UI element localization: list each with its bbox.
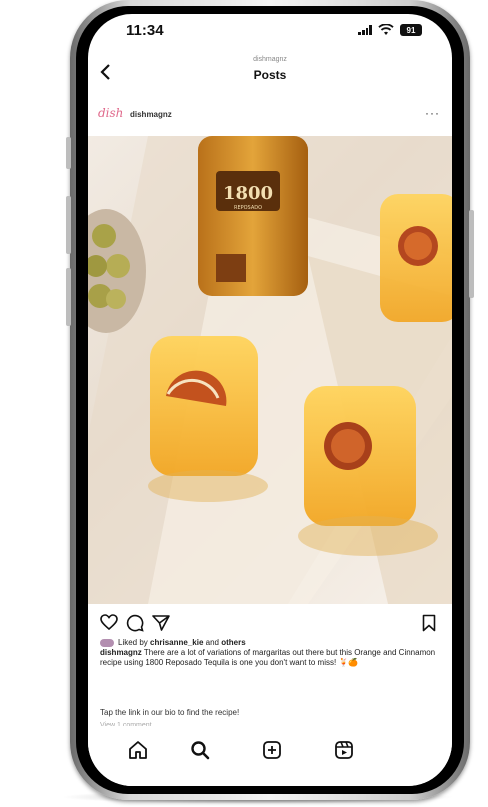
wifi-icon <box>378 24 394 35</box>
heart-icon[interactable] <box>100 614 118 630</box>
liked-user[interactable]: chrisanne_kie <box>150 638 203 647</box>
post-image[interactable]: 1800 REPOSADO <box>88 136 452 604</box>
post-username[interactable]: dishmagnz <box>130 110 172 119</box>
bio-line: Tap the link in our bio to find the reci… <box>100 708 240 717</box>
avatar[interactable]: dish <box>98 106 126 124</box>
liked-middle: and <box>203 638 222 647</box>
liked-others[interactable]: others <box>221 638 245 647</box>
home-icon[interactable] <box>128 740 148 760</box>
reels-icon[interactable] <box>334 740 354 760</box>
page-title: Posts <box>253 68 287 82</box>
comment-icon[interactable] <box>126 614 144 632</box>
caption-author[interactable]: dishmagnz <box>100 648 142 657</box>
bookmark-icon[interactable] <box>422 614 436 632</box>
liked-by-line[interactable]: Liked by chrisanne_kie and others <box>100 638 438 648</box>
status-time: 11:34 <box>126 22 164 39</box>
header-username: dishmagnz <box>253 56 287 63</box>
liked-prefix: Liked by <box>118 638 151 647</box>
battery-icon: 91 <box>400 24 422 36</box>
mute-switch <box>66 137 71 169</box>
status-bar: 11:34 91 <box>88 14 452 50</box>
status-icons: 91 <box>358 24 422 36</box>
margarita-photo: 1800 REPOSADO <box>88 136 452 604</box>
liked-by-text: Liked by chrisanne_kie and others <box>118 638 246 648</box>
volume-down-button <box>66 268 71 326</box>
bottle-label: 1800 <box>223 183 273 204</box>
search-icon[interactable] <box>190 740 210 760</box>
create-icon[interactable] <box>262 740 282 760</box>
send-icon[interactable] <box>152 614 170 632</box>
bottle-sublabel: REPOSADO <box>234 205 262 211</box>
tab-bar <box>88 726 452 786</box>
power-button <box>469 210 474 298</box>
more-icon[interactable]: ··· <box>425 106 440 120</box>
post-actions <box>88 610 452 638</box>
caption-text: There are a lot of variations of margari… <box>100 648 436 667</box>
post-header: dish dishmagnz ··· <box>88 102 452 130</box>
liked-avatars <box>100 639 114 647</box>
post-caption: Liked by chrisanne_kie and others dishma… <box>100 638 438 668</box>
signal-icon <box>358 25 372 35</box>
posts-header: dishmagnz Posts <box>88 52 452 94</box>
phone-screen: 11:34 91 dishmagnz Posts dish dishmagnz … <box>88 14 452 786</box>
caption-body: dishmagnz There are a lot of variations … <box>100 648 438 668</box>
volume-up-button <box>66 196 71 254</box>
caption-emoji: 🍹🍊 <box>338 658 359 667</box>
